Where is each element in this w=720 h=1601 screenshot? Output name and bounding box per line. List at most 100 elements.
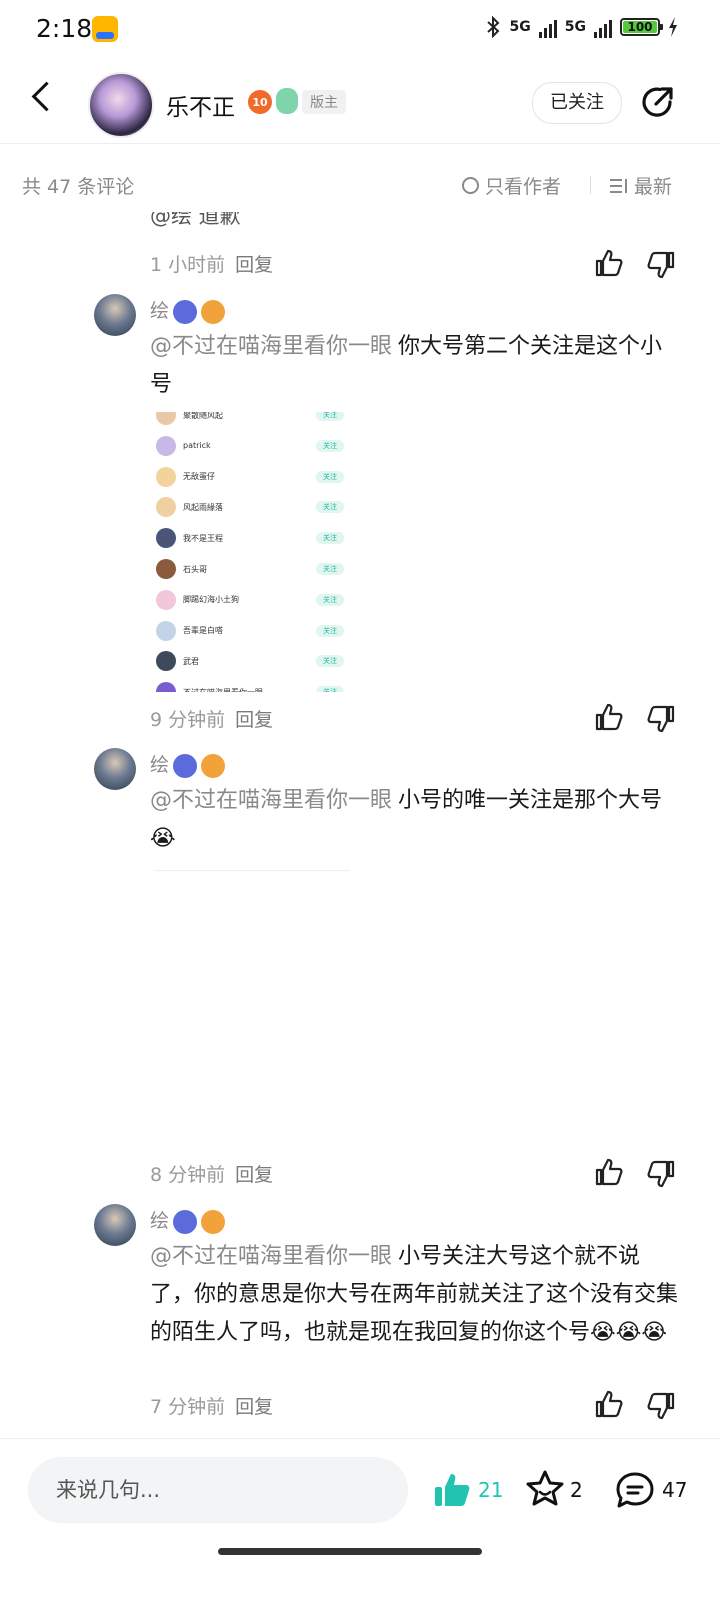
star-count: 2 [570, 1478, 583, 1502]
commenter-avatar[interactable] [94, 1204, 136, 1246]
sort-newest-button[interactable]: 最新 [610, 172, 672, 199]
follow-list-name: 聚散随风起 [183, 412, 223, 420]
follow-list-row: 吾辈是白嗒 关注 [156, 620, 344, 642]
follow-list-button: 关注 [316, 593, 344, 606]
comment-body: @不过在喵海里看你一眼 你大号第二个关注是这个小号 [150, 328, 680, 404]
gamepad-badge-icon [173, 1209, 198, 1234]
comment-count: 共 47 条评论 [22, 176, 135, 198]
comment-meta: 9 分钟前 回复 [150, 705, 273, 732]
status-indicators: 5G 5G 100 [484, 16, 678, 38]
follow-list-name: 不过在喵海里看你一眼 [183, 687, 263, 692]
follow-list-avatar [156, 682, 176, 692]
sort-separator [590, 176, 591, 194]
network-type-1: 5G [509, 19, 531, 35]
follow-list-avatar [156, 528, 176, 549]
follow-list-avatar [156, 589, 176, 610]
charging-icon [669, 17, 677, 37]
reply-button[interactable]: 回复 [235, 1164, 273, 1186]
sort-icon [610, 178, 628, 193]
follow-list-row: 不过在喵海里看你一眼 关注 [156, 681, 344, 692]
clipped-comment-text: @绘 道歉 [150, 212, 241, 228]
moderator-badge: 版主 [302, 90, 346, 114]
level-t-badge-icon [201, 299, 226, 324]
network-type-2: 5G [564, 19, 586, 35]
level-badge: 10 [248, 90, 272, 114]
dislike-icon[interactable] [646, 704, 676, 734]
signal-icon-2 [594, 16, 612, 38]
comment-time: 7 分钟前 [150, 1396, 226, 1418]
mention-link[interactable]: @不过在喵海里看你一眼 [150, 1244, 392, 1269]
app-notification-icon [92, 16, 118, 42]
follow-list-button: 关注 [316, 624, 344, 637]
like-filled-icon[interactable] [432, 1470, 472, 1510]
follow-list-avatar [156, 412, 176, 425]
comment-image-screenshot[interactable]: 聚散随风起 关注 patrick 关注 无敌蛋仔 关注 风起雨緣落 关注 我不是王程 关注 石头哥关… [150, 412, 350, 692]
commenter-name[interactable]: 绘 [150, 1210, 169, 1232]
reply-button[interactable]: 回复 [235, 254, 273, 276]
star-icon[interactable] [524, 1468, 566, 1510]
follow-list-button: 关注 [316, 532, 344, 545]
follow-list-row: 武君 关注 [156, 650, 344, 672]
follow-list-avatar [156, 559, 176, 579]
dislike-icon[interactable] [646, 1391, 676, 1421]
author-name[interactable]: 乐不正 [166, 88, 235, 122]
radio-circle-icon [462, 177, 479, 194]
battery-icon: 100 [620, 18, 663, 36]
like-icon[interactable] [594, 702, 624, 732]
author-avatar[interactable] [88, 72, 154, 138]
reply-button[interactable]: 回复 [235, 1396, 273, 1418]
share-icon[interactable] [640, 84, 676, 120]
comment-bubble-icon[interactable] [614, 1470, 656, 1510]
follow-list-name: 我不是王程 [183, 533, 223, 543]
follow-list-button: 关注 [316, 412, 344, 421]
commenter-avatar[interactable] [94, 294, 136, 336]
follow-list-button: 关注 [316, 563, 344, 575]
comment-input[interactable]: 来说几句... [28, 1457, 408, 1523]
author-only-toggle[interactable]: 只看作者 [462, 172, 561, 199]
author-only-label: 只看作者 [485, 176, 562, 198]
comment-time: 1 小时前 [150, 254, 226, 276]
follow-list-name: 脚踢幻海小土狗 [183, 595, 239, 605]
follow-list-button: 关注 [316, 439, 344, 452]
follow-list-button: 关注 [316, 470, 344, 483]
comment-meta: 7 分钟前 回复 [150, 1392, 273, 1419]
level-t-badge-icon [201, 1209, 226, 1234]
image-placeholder-edge [155, 870, 350, 871]
commenter-name-row: 绘 [150, 296, 226, 324]
follow-list-avatar [156, 497, 176, 518]
dislike-icon[interactable] [646, 250, 676, 280]
follow-list-name: 风起雨緣落 [183, 502, 223, 512]
comment-time: 8 分钟前 [150, 1164, 226, 1186]
commenter-name[interactable]: 绘 [150, 300, 169, 322]
follow-button[interactable]: 已关注 [532, 82, 622, 124]
follow-list-name: 武君 [183, 656, 199, 666]
mention-link[interactable]: @不过在喵海里看你一眼 [150, 334, 392, 359]
comment-meta: 1 小时前 回复 [150, 250, 273, 277]
reply-button[interactable]: 回复 [235, 709, 273, 731]
follow-list-avatar [156, 651, 176, 672]
like-icon[interactable] [594, 1389, 624, 1419]
follow-list-name: 吾辈是白嗒 [183, 626, 223, 636]
dislike-icon[interactable] [646, 1159, 676, 1189]
comment-body: @不过在喵海里看你一眼 小号的唯一关注是那个大号😭 [150, 782, 680, 858]
commenter-avatar[interactable] [94, 748, 136, 790]
battery-level: 100 [623, 21, 657, 33]
comment-meta: 8 分钟前 回复 [150, 1160, 273, 1187]
mascot-badge-icon [276, 88, 298, 114]
follow-list-avatar [156, 466, 176, 487]
newest-label: 最新 [634, 176, 673, 198]
follow-list-avatar [156, 435, 176, 456]
follow-list-avatar [156, 620, 176, 641]
follow-list-row: patrick 关注 [156, 435, 344, 457]
follow-list-row: 石头哥 关注 [156, 558, 344, 580]
follow-list-row: 我不是王程 关注 [156, 527, 344, 549]
commenter-name[interactable]: 绘 [150, 754, 169, 776]
back-icon[interactable] [31, 81, 62, 112]
home-indicator[interactable] [218, 1548, 482, 1555]
like-icon[interactable] [594, 248, 624, 278]
mention-link[interactable]: @不过在喵海里看你一眼 [150, 788, 392, 813]
follow-list-button: 关注 [316, 686, 344, 692]
level-t-badge-icon [201, 753, 226, 778]
follow-list-row: 脚踢幻海小土狗 关注 [156, 589, 344, 611]
like-icon[interactable] [594, 1157, 624, 1187]
